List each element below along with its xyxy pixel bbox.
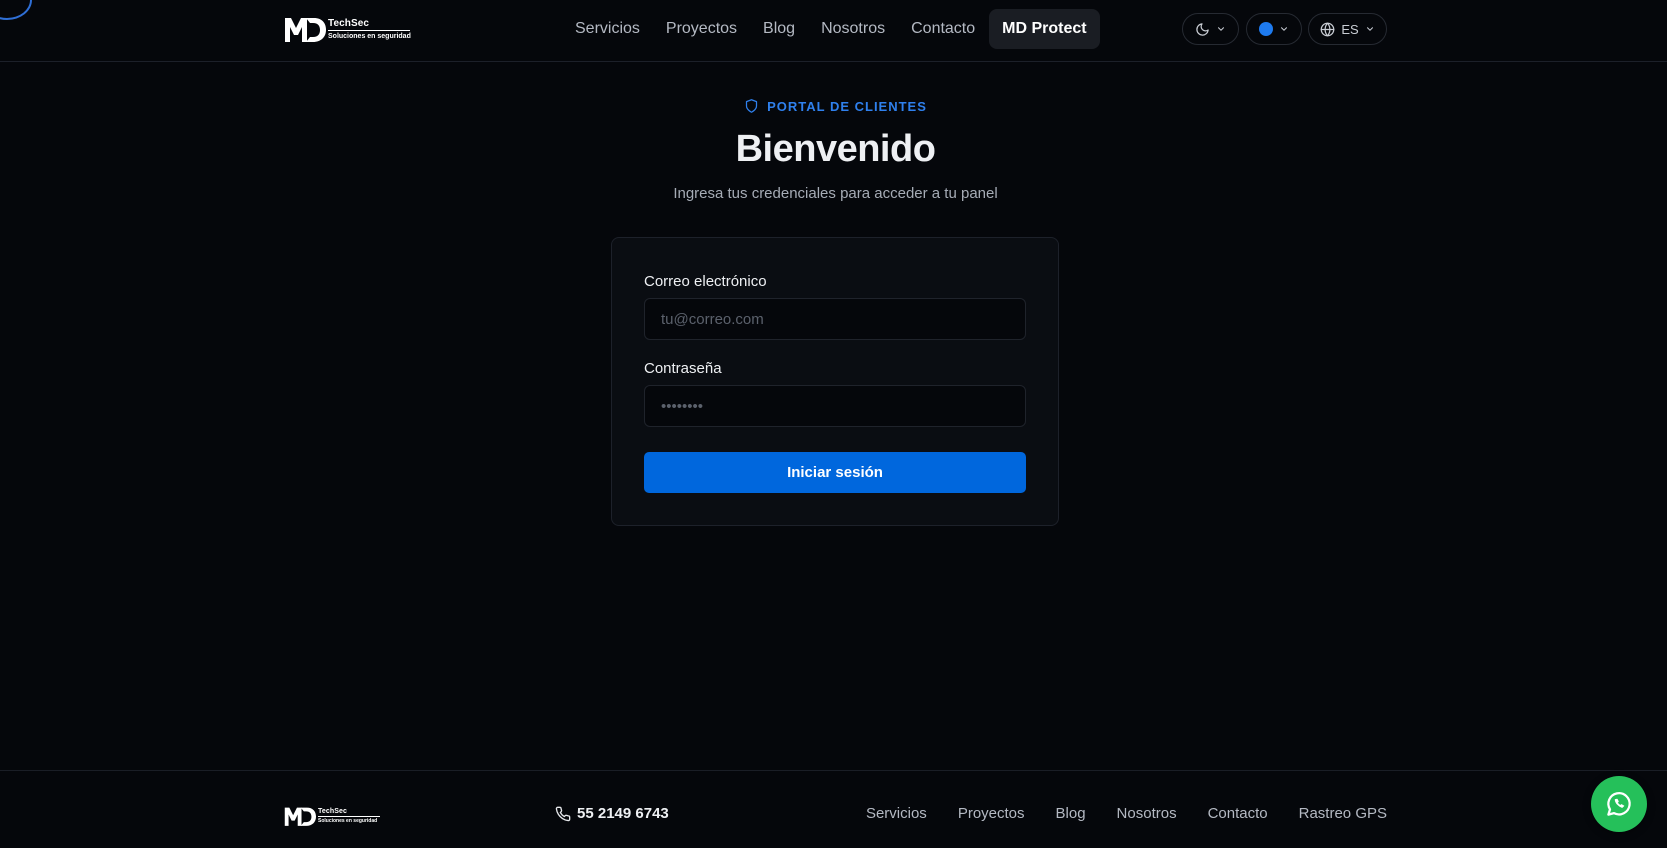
email-field[interactable] (644, 298, 1026, 340)
password-field[interactable] (644, 385, 1026, 427)
logo-tagline: Soluciones en seguridad (328, 32, 411, 40)
site-logo[interactable]: TechSec Soluciones en seguridad (284, 15, 411, 43)
theme-toggle-button[interactable] (1182, 13, 1239, 45)
whatsapp-button[interactable] (1591, 776, 1647, 832)
page: TechSec Soluciones en seguridad Servicio… (0, 0, 1667, 848)
color-picker-button[interactable] (1246, 13, 1302, 45)
chevron-down-icon (1280, 27, 1288, 31)
logo-brand: TechSec (328, 17, 370, 29)
page-title: Bienvenido (735, 128, 936, 170)
chevron-down-icon (1217, 27, 1225, 31)
footer-link-servicios[interactable]: Servicios (866, 805, 927, 822)
footer-logo-text: TechSec Soluciones en seguridad (318, 808, 380, 824)
portal-badge-label: PORTAL DE CLIENTES (767, 98, 927, 114)
phone-link[interactable]: 55 2149 6743 (555, 805, 669, 822)
email-label: Correo electrónico (644, 273, 767, 290)
whatsapp-icon (1607, 792, 1631, 816)
nav-link-md-protect[interactable]: MD Protect (989, 9, 1100, 49)
footer-link-rastreo-gps[interactable]: Rastreo GPS (1299, 805, 1387, 822)
footer-nav: Servicios Proyectos Blog Nosotros Contac… (866, 805, 1387, 822)
footer-logo-tagline: Soluciones en seguridad (318, 818, 378, 824)
login-form: Correo electrónico Contraseña Iniciar se… (611, 237, 1059, 526)
chevron-down-icon (1366, 27, 1373, 31)
phone-number: 55 2149 6743 (577, 805, 669, 822)
footer-logo-brand: TechSec (318, 808, 347, 815)
footer-logo[interactable]: TechSec Soluciones en seguridad (284, 805, 380, 827)
md-logo-icon (284, 807, 316, 826)
phone-icon (555, 806, 571, 821)
color-swatch (1259, 22, 1273, 36)
footer-logo-underline (318, 816, 380, 817)
main-nav: Servicios Proyectos Blog Nosotros Contac… (562, 9, 1100, 49)
nav-link-servicios[interactable]: Servicios (562, 9, 653, 49)
nav-link-blog[interactable]: Blog (750, 9, 808, 49)
shield-icon (745, 99, 758, 113)
md-logo-icon (285, 18, 326, 42)
footer-link-proyectos[interactable]: Proyectos (958, 805, 1025, 822)
nav-link-contacto[interactable]: Contacto (898, 9, 988, 49)
moon-icon (1196, 22, 1209, 36)
footer-link-blog[interactable]: Blog (1056, 805, 1086, 822)
logo-underline (328, 29, 410, 31)
password-label: Contraseña (644, 360, 722, 377)
corner-ring-decoration (0, 0, 32, 20)
footer-link-contacto[interactable]: Contacto (1208, 805, 1268, 822)
globe-icon (1320, 22, 1335, 36)
nav-link-nosotros[interactable]: Nosotros (808, 9, 898, 49)
portal-badge: PORTAL DE CLIENTES (0, 98, 1667, 114)
site-footer: TechSec Soluciones en seguridad 55 2149 … (0, 770, 1667, 848)
footer-link-nosotros[interactable]: Nosotros (1117, 805, 1177, 822)
login-button[interactable]: Iniciar sesión (644, 452, 1026, 493)
site-header: TechSec Soluciones en seguridad Servicio… (0, 0, 1667, 62)
page-subtitle: Ingresa tus credenciales para acceder a … (673, 185, 998, 202)
language-selector[interactable]: ES (1308, 13, 1387, 45)
language-value: ES (1341, 21, 1359, 37)
logo-text: TechSec Soluciones en seguridad (328, 17, 411, 40)
nav-link-proyectos[interactable]: Proyectos (653, 9, 750, 49)
